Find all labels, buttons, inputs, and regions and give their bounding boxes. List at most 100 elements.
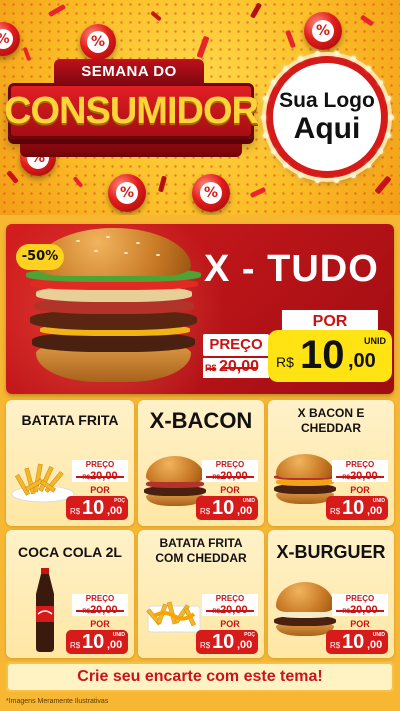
percent-ball-icon: % — [192, 174, 230, 212]
por-label: POR — [350, 485, 370, 495]
product-card-x-bacon-cheddar: X BACON E CHEDDAR PREÇO R$20,00 POR R$ 1… — [268, 400, 394, 526]
light-bulb-icon — [263, 96, 269, 102]
hero-old-currency: R$ — [205, 363, 217, 373]
old-price-row: R$20,00 — [332, 604, 388, 616]
currency: R$ — [200, 507, 211, 516]
new-price: R$ 10 ,00 POÇ — [66, 496, 128, 520]
light-bulb-icon — [315, 51, 321, 57]
price-int: 10 — [82, 631, 105, 653]
fries-cheddar-image — [146, 601, 201, 633]
header-banner: % % % % % % CONSUMIDOR SEMANA DO Sua Log… — [0, 0, 400, 215]
light-bulb-icon — [385, 132, 391, 138]
old-currency: R$ — [82, 475, 91, 481]
preco-label: PREÇO — [332, 594, 388, 604]
price-block: PREÇO R$20,00 POR R$ 10 ,00 UNID — [326, 594, 388, 654]
preco-label: PREÇO — [202, 594, 258, 604]
product-card-coca-cola: COCA COLA 2L PREÇO R$20,00 POR R$ 10 ,00… — [6, 530, 134, 658]
product-card-x-burguer: X-BURGUER PREÇO R$20,00 POR R$ 10 ,00 UN… — [268, 530, 394, 658]
percent-ball-icon: % — [108, 174, 146, 212]
hero-price-int: 10 — [300, 333, 345, 377]
product-name: X-BACON — [149, 408, 253, 433]
product-name: COCA COLA 2L — [18, 544, 122, 560]
percent-ball-icon: % — [304, 12, 342, 50]
title-main-plate: CONSUMIDOR — [4, 83, 259, 139]
old-currency: R$ — [342, 609, 351, 615]
unit-label: UNID — [372, 498, 385, 504]
percent-symbol: % — [0, 29, 13, 49]
price-dec: ,00 — [367, 639, 383, 651]
title-top-text: SEMANA DO — [54, 59, 204, 85]
por-label: POR — [90, 485, 110, 495]
new-price: R$ 10 ,00 UNID — [66, 630, 128, 654]
old-price-row: R$20,00 — [72, 604, 128, 616]
price-dec: ,00 — [107, 505, 123, 517]
event-title: CONSUMIDOR SEMANA DO — [4, 55, 259, 165]
logo-placeholder: Sua Logo Aqui — [260, 51, 394, 183]
percent-symbol: % — [200, 182, 222, 204]
discount-badge: -50% — [16, 244, 64, 270]
price-dec: ,00 — [237, 639, 253, 651]
currency: R$ — [330, 507, 341, 516]
hero-currency: R$ — [276, 354, 294, 370]
old-price-row: R$20,00 — [332, 470, 388, 482]
price-int: 10 — [342, 497, 365, 519]
product-name: X-BURGUER — [276, 542, 386, 562]
light-bulb-icon — [333, 177, 339, 183]
currency: R$ — [330, 641, 341, 650]
old-price: 20,00 — [90, 604, 118, 616]
price-int: 10 — [342, 631, 365, 653]
preco-label: PREÇO — [72, 460, 128, 470]
price-dec: ,00 — [367, 505, 383, 517]
price-block: PREÇO R$20,00 POR R$ 10 ,00 POÇ — [66, 460, 128, 520]
old-price: 20,00 — [350, 604, 378, 616]
hero-product-name: X - TUDO — [204, 248, 379, 290]
price-block: PREÇO R$20,00 POR R$ 10 ,00 POÇ — [196, 594, 258, 654]
price-block: PREÇO R$20,00 POR R$ 10 ,00 UNID — [196, 460, 258, 520]
currency: R$ — [70, 641, 81, 650]
price-block: PREÇO R$20,00 POR R$ 10 ,00 UNID — [326, 460, 388, 520]
hero-offer: -50% X - TUDO PREÇO R$ 20,00 POR R$ 10 ,… — [6, 224, 394, 394]
product-card-batata-cheddar: BATATA FRITA COM CHEDDAR PREÇO R$20,00 P… — [138, 530, 264, 658]
percent-symbol: % — [312, 20, 334, 42]
old-price: 20,00 — [90, 470, 118, 482]
unit-label: POÇ — [244, 632, 255, 638]
por-label: POR — [220, 485, 240, 495]
price-int: 10 — [212, 631, 235, 653]
light-bulb-icon — [388, 114, 394, 120]
new-price: R$ 10 ,00 POÇ — [196, 630, 258, 654]
old-price-row: R$20,00 — [202, 470, 258, 482]
unit-label: UNID — [372, 632, 385, 638]
hero-old-price: 20,00 — [219, 358, 260, 375]
light-bulb-icon — [263, 132, 269, 138]
product-card-x-bacon: X-BACON PREÇO R$20,00 POR R$ 10 ,00 UNID — [138, 400, 264, 526]
old-price: 20,00 — [220, 604, 248, 616]
cta-banner[interactable]: Crie seu encarte com este tema! — [6, 662, 394, 692]
fries-image — [11, 463, 75, 503]
old-currency: R$ — [82, 609, 91, 615]
old-price: 20,00 — [350, 470, 378, 482]
hero-unit: UNID — [364, 336, 386, 346]
light-bulb-icon — [270, 149, 276, 155]
old-currency: R$ — [342, 475, 351, 481]
light-bulb-icon — [297, 56, 303, 62]
hero-preco-label: PREÇO — [203, 334, 269, 356]
preco-label: PREÇO — [72, 594, 128, 604]
unit-label: UNID — [242, 498, 255, 504]
por-label: POR — [220, 619, 240, 629]
light-bulb-icon — [333, 51, 339, 57]
disclaimer-text: *Imagens Meramente Ilustrativas — [6, 698, 109, 705]
light-bulb-icon — [282, 162, 288, 168]
light-bulb-icon — [351, 172, 357, 178]
preco-label: PREÇO — [332, 460, 388, 470]
hero-new-price: R$ 10 ,00 UNID — [268, 330, 392, 382]
price-int: 10 — [212, 497, 235, 519]
flyer-page: % % % % % % CONSUMIDOR SEMANA DO Sua Log… — [0, 0, 400, 711]
price-int: 10 — [82, 497, 105, 519]
product-name: BATATA FRITA — [21, 412, 119, 428]
old-currency: R$ — [212, 609, 221, 615]
product-card-batata-frita: BATATA FRITA PREÇO R$20,00 POR R$ 10 ,00… — [6, 400, 134, 526]
light-bulb-icon — [260, 114, 266, 120]
new-price: R$ 10 ,00 UNID — [326, 630, 388, 654]
percent-symbol: % — [87, 31, 109, 53]
hero-old-price-row: R$ 20,00 — [203, 358, 269, 378]
